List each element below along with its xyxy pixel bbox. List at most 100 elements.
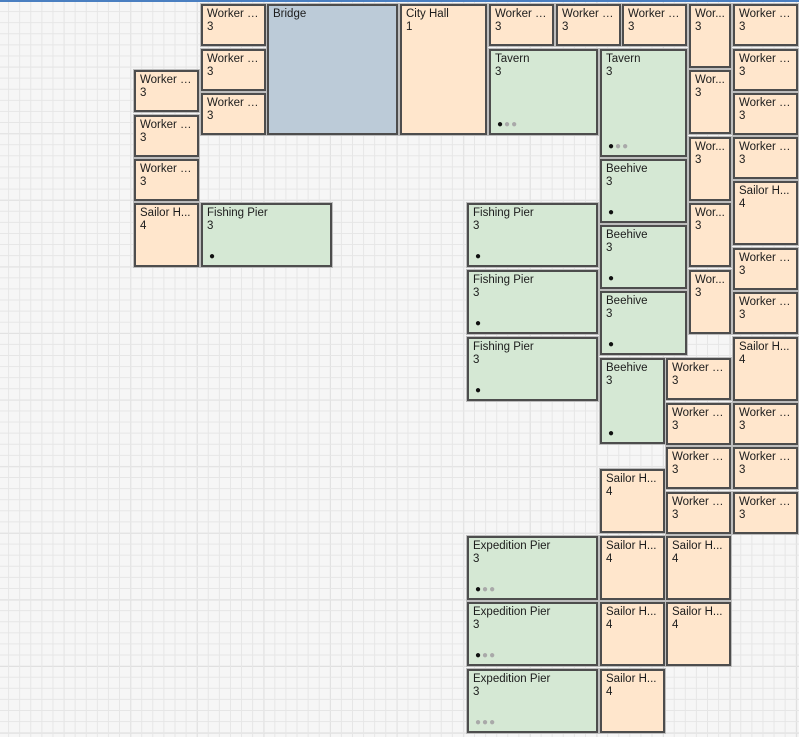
building-tile-wor[interactable]: Wor... 3 bbox=[688, 269, 732, 335]
worker-slots-indicator: ●●● bbox=[497, 120, 518, 130]
building-tile-fishing-pier[interactable]: Fishing Pier 3 ● bbox=[466, 269, 599, 335]
building-tile-sailor-h[interactable]: Sailor H... 4 bbox=[599, 601, 666, 667]
building-tile-fishing-pier[interactable]: Fishing Pier 3 ● bbox=[200, 202, 333, 268]
building-tile-beehive[interactable]: Beehive 3 ● bbox=[599, 357, 666, 445]
building-tile-beehive[interactable]: Beehive 3 ● bbox=[599, 290, 688, 356]
building-name: Worker H... bbox=[739, 252, 792, 264]
building-name: Tavern bbox=[495, 53, 530, 65]
building-level: 3 bbox=[695, 154, 702, 166]
building-name: Worker H... bbox=[140, 119, 193, 131]
building-level: 3 bbox=[739, 509, 746, 521]
building-tile-worker-h[interactable]: Worker H... 3 bbox=[732, 48, 799, 92]
filled-slot-icon: ● bbox=[475, 385, 483, 396]
building-level: 3 bbox=[207, 110, 214, 122]
building-name: Worker H... bbox=[739, 53, 792, 65]
building-tile-tavern[interactable]: Tavern 3 ●●● bbox=[599, 48, 688, 158]
empty-slot-icon: ● bbox=[489, 717, 497, 728]
building-tile-beehive[interactable]: Beehive 3 ● bbox=[599, 224, 688, 290]
building-tile-worker-h[interactable]: Worker H... 3 bbox=[621, 3, 688, 47]
building-tile-tavern[interactable]: Tavern 3 ●●● bbox=[488, 48, 599, 136]
building-tile-expedition-pier[interactable]: Expedition Pier 3 ●●● bbox=[466, 601, 599, 667]
building-tile-expedition-pier[interactable]: Expedition Pier 3 ●●● bbox=[466, 668, 599, 734]
building-tile-fishing-pier[interactable]: Fishing Pier 3 ● bbox=[466, 202, 599, 268]
building-level: 3 bbox=[739, 21, 746, 33]
building-tile-sailor-h[interactable]: Sailor H... 4 bbox=[665, 601, 732, 667]
building-tile-worker-h[interactable]: Worker H... 3 bbox=[133, 158, 200, 202]
building-name: Worker H... bbox=[739, 496, 792, 508]
worker-slots-indicator: ●●● bbox=[475, 585, 496, 595]
building-tile-worker-h[interactable]: Worker H... 3 bbox=[200, 3, 267, 47]
building-level: 3 bbox=[739, 309, 746, 321]
building-level: 3 bbox=[207, 66, 214, 78]
building-tile-worker-h[interactable]: Worker H... 3 bbox=[732, 247, 799, 291]
building-level: 3 bbox=[695, 220, 702, 232]
building-tile-worker-h[interactable]: Worker H... 3 bbox=[665, 402, 732, 446]
building-tile-beehive[interactable]: Beehive 3 ● bbox=[599, 158, 688, 224]
building-name: Worker H... bbox=[672, 407, 725, 419]
building-name: Sailor H... bbox=[606, 606, 657, 618]
building-tile-worker-h[interactable]: Worker H... 3 bbox=[665, 357, 732, 401]
building-tile-sailor-h[interactable]: Sailor H... 4 bbox=[732, 336, 799, 402]
building-level: 4 bbox=[140, 220, 147, 232]
building-tile-sailor-h[interactable]: Sailor H... 4 bbox=[665, 535, 732, 601]
building-name: Sailor H... bbox=[672, 606, 723, 618]
building-tile-worker-h[interactable]: Worker H... 3 bbox=[665, 491, 732, 535]
worker-slots-indicator: ● bbox=[209, 252, 216, 262]
building-tile-bridge[interactable]: Bridge bbox=[266, 3, 399, 136]
building-tile-sailor-h[interactable]: Sailor H... 4 bbox=[599, 668, 666, 734]
building-level: 3 bbox=[672, 509, 679, 521]
building-name: Beehive bbox=[606, 362, 648, 374]
filled-slot-icon: ● bbox=[608, 273, 616, 284]
building-tile-sailor-h[interactable]: Sailor H... 4 bbox=[732, 180, 799, 246]
building-level: 3 bbox=[473, 619, 480, 631]
building-tile-worker-h[interactable]: Worker H... 3 bbox=[732, 491, 799, 535]
building-tile-worker-h[interactable]: Worker H... 3 bbox=[732, 136, 799, 180]
building-name: Worker H... bbox=[207, 53, 260, 65]
building-tile-fishing-pier[interactable]: Fishing Pier 3 ● bbox=[466, 336, 599, 402]
building-tile-worker-h[interactable]: Worker H... 3 bbox=[133, 69, 200, 113]
worker-slots-indicator: ● bbox=[475, 252, 482, 262]
filled-slot-icon: ● bbox=[475, 650, 483, 661]
building-level: 1 bbox=[406, 21, 413, 33]
filled-slot-icon: ● bbox=[209, 251, 217, 262]
city-grid-board[interactable]: Worker H... 3 Bridge City Hall 1 Worker H... 3… bbox=[0, 0, 799, 737]
building-name: Worker H... bbox=[140, 74, 193, 86]
building-level: 4 bbox=[672, 553, 679, 565]
building-tile-city-hall[interactable]: City Hall 1 bbox=[399, 3, 488, 136]
building-tile-expedition-pier[interactable]: Expedition Pier 3 ●●● bbox=[466, 535, 599, 601]
building-level: 4 bbox=[672, 619, 679, 631]
building-level: 3 bbox=[606, 308, 613, 320]
building-tile-worker-h[interactable]: Worker H... 3 bbox=[732, 3, 799, 47]
building-tile-worker-h[interactable]: Worker H... 3 bbox=[200, 48, 267, 92]
building-name: Worker H... bbox=[672, 496, 725, 508]
building-tile-wor[interactable]: Wor... 3 bbox=[688, 69, 732, 135]
filled-slot-icon: ● bbox=[475, 584, 483, 595]
building-tile-worker-h[interactable]: Worker H... 3 bbox=[555, 3, 622, 47]
building-level: 3 bbox=[207, 220, 214, 232]
filled-slot-icon: ● bbox=[497, 119, 505, 130]
building-name: Bridge bbox=[273, 8, 307, 20]
building-name: Worker H... bbox=[495, 8, 548, 20]
building-level: 3 bbox=[672, 464, 679, 476]
building-tile-sailor-h[interactable]: Sailor H... 4 bbox=[599, 535, 666, 601]
building-tile-worker-h[interactable]: Worker H... 3 bbox=[133, 114, 200, 158]
building-tile-sailor-h[interactable]: Sailor H... 4 bbox=[599, 468, 666, 534]
building-tile-wor[interactable]: Wor... 3 bbox=[688, 202, 732, 268]
building-tile-worker-h[interactable]: Worker H... 3 bbox=[732, 92, 799, 136]
building-tile-worker-h[interactable]: Worker H... 3 bbox=[732, 291, 799, 335]
building-name: Worker H... bbox=[739, 97, 792, 109]
building-tile-worker-h[interactable]: Worker H... 3 bbox=[200, 92, 267, 136]
building-name: Expedition Pier bbox=[473, 673, 551, 685]
building-tile-worker-h[interactable]: Worker H... 3 bbox=[488, 3, 555, 47]
building-tile-wor[interactable]: Wor... 3 bbox=[688, 3, 732, 69]
building-tile-wor[interactable]: Wor... 3 bbox=[688, 136, 732, 202]
building-name: Worker H... bbox=[207, 8, 260, 20]
building-tile-worker-h[interactable]: Worker H... 3 bbox=[732, 402, 799, 446]
building-tile-sailor-h[interactable]: Sailor H... 4 bbox=[133, 202, 200, 268]
building-tile-worker-h[interactable]: Worker H... 3 bbox=[732, 446, 799, 490]
building-name: Sailor H... bbox=[739, 185, 790, 197]
building-tile-worker-h[interactable]: Worker H... 3 bbox=[665, 446, 732, 490]
building-level: 3 bbox=[695, 287, 702, 299]
building-level: 4 bbox=[606, 686, 613, 698]
empty-slot-icon: ● bbox=[489, 650, 497, 661]
